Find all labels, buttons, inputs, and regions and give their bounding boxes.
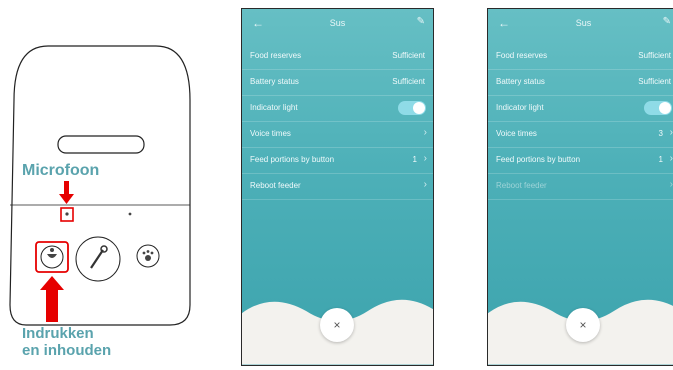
row-reboot-feeder[interactable]: Reboot feeder ›: [242, 174, 433, 200]
row-label: Reboot feeder: [496, 181, 547, 190]
row-food-reserves: Food reserves Sufficient: [488, 44, 673, 70]
phone-screen-1: ← Sus ✎ Food reserves Sufficient Battery…: [241, 8, 434, 366]
row-value: 3: [658, 129, 663, 138]
row-value: Sufficient: [638, 51, 671, 60]
row-value: Sufficient: [392, 51, 425, 60]
settings-list: Food reserves Sufficient Battery status …: [242, 44, 433, 200]
press-hold-line-1: Indrukken: [22, 325, 94, 342]
indicator-light-toggle[interactable]: [398, 101, 426, 115]
device-title: Sus: [575, 18, 592, 28]
edit-pencil-icon[interactable]: ✎: [417, 16, 425, 27]
row-label: Feed portions by button: [496, 155, 581, 164]
row-value: 1: [412, 155, 417, 164]
row-label: Food reserves: [250, 51, 302, 60]
chevron-right-icon: ›: [669, 127, 673, 138]
row-indicator-light: Indicator light: [242, 96, 433, 122]
row-voice-times[interactable]: Voice times ›: [242, 122, 433, 148]
row-value: Sufficient: [638, 77, 671, 86]
row-reboot-feeder[interactable]: Reboot feeder ›: [488, 174, 673, 200]
row-label: Reboot feeder: [250, 181, 301, 190]
row-indicator-light: Indicator light: [488, 96, 673, 122]
row-battery-status: Battery status Sufficient: [242, 70, 433, 96]
app-header: ← Sus ✎: [488, 9, 673, 39]
chevron-right-icon: ›: [423, 127, 427, 138]
row-feed-portions[interactable]: Feed portions by button 1 ›: [242, 148, 433, 174]
row-label: Food reserves: [496, 51, 548, 60]
row-label: Battery status: [496, 77, 545, 86]
chevron-right-icon: ›: [423, 179, 427, 190]
row-feed-portions[interactable]: Feed portions by button 1 ›: [488, 148, 673, 174]
row-label: Indicator light: [496, 103, 544, 112]
app-header: ← Sus ✎: [242, 9, 433, 39]
close-button[interactable]: ×: [320, 308, 354, 342]
row-value: 1: [658, 155, 663, 164]
feeder-device-drawing: [9, 45, 191, 326]
feeder-device-diagram: Microfoon Indrukken en inhouden: [0, 0, 200, 370]
row-label: Voice times: [250, 129, 291, 138]
indicator-light-toggle[interactable]: [644, 101, 672, 115]
row-battery-status: Battery status Sufficient: [488, 70, 673, 96]
chevron-right-icon: ›: [669, 153, 673, 164]
row-label: Feed portions by button: [250, 155, 335, 164]
toggle-knob: [413, 102, 425, 114]
device-title: Sus: [329, 18, 346, 28]
row-food-reserves: Food reserves Sufficient: [242, 44, 433, 70]
close-button[interactable]: ×: [566, 308, 600, 342]
toggle-knob: [659, 102, 671, 114]
settings-list: Food reserves Sufficient Battery status …: [488, 44, 673, 200]
microphone-callout: Microfoon: [22, 162, 100, 179]
row-voice-times[interactable]: Voice times 3 ›: [488, 122, 673, 148]
row-label: Voice times: [496, 129, 537, 138]
edit-pencil-icon[interactable]: ✎: [663, 16, 671, 27]
chevron-right-icon: ›: [669, 179, 673, 190]
chevron-right-icon: ›: [423, 153, 427, 164]
row-label: Battery status: [250, 77, 299, 86]
row-value: Sufficient: [392, 77, 425, 86]
press-hold-line-2: en inhouden: [22, 342, 112, 359]
press-hold-callout: Indrukken en inhouden: [22, 325, 111, 359]
phone-screen-2: ← Sus ✎ Food reserves Sufficient Battery…: [487, 8, 673, 366]
row-label: Indicator light: [250, 103, 298, 112]
